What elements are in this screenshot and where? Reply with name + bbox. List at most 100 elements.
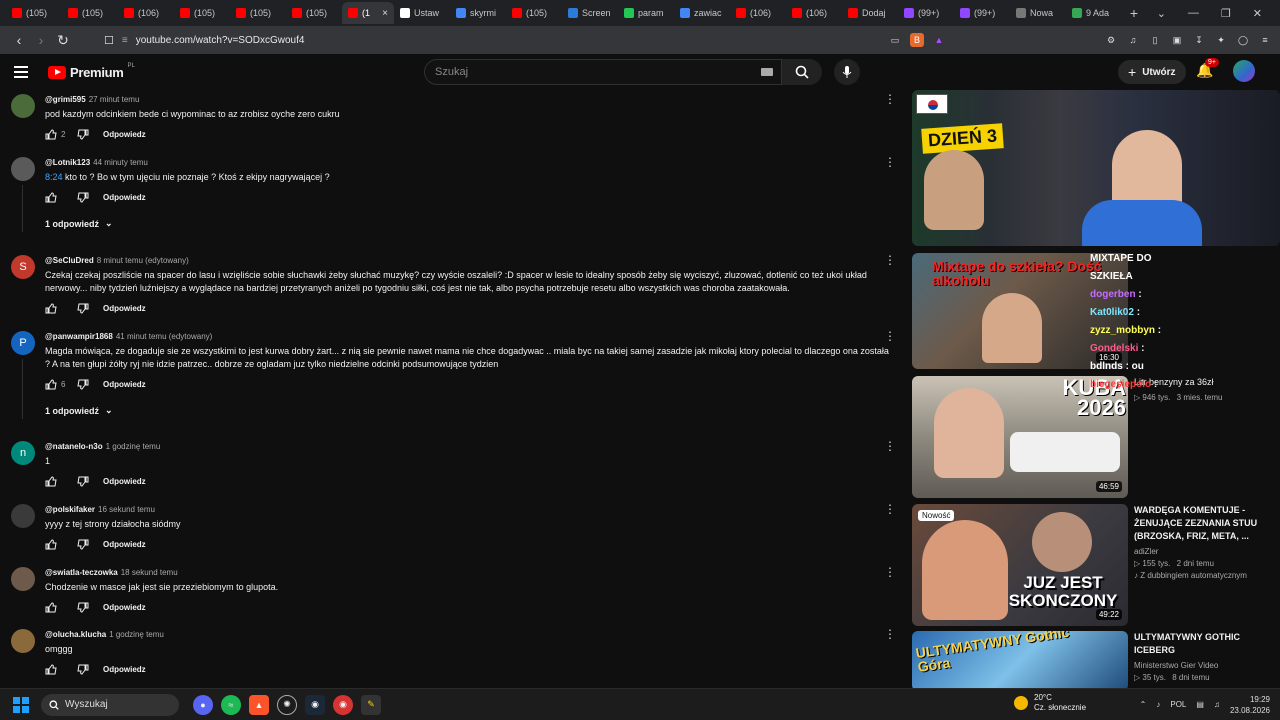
like-icon[interactable]	[45, 129, 57, 140]
browser-tab[interactable]: (106)	[118, 2, 174, 24]
commenter-avatar[interactable]	[11, 567, 35, 591]
brave-icon[interactable]: ▲	[249, 694, 269, 715]
windows-start-icon[interactable]	[13, 696, 29, 713]
dislike-icon[interactable]	[77, 303, 89, 314]
comment-menu-icon[interactable]: ⋮	[884, 566, 896, 578]
browser-tab[interactable]: (106)	[786, 2, 842, 24]
comment-menu-icon[interactable]: ⋮	[884, 503, 896, 515]
commenter-avatar[interactable]: P	[11, 331, 35, 355]
dislike-icon[interactable]	[77, 476, 89, 487]
install-icon[interactable]: ▭	[888, 33, 902, 47]
close-tab-icon[interactable]: ×	[382, 8, 388, 19]
taskbar-search[interactable]: Wyszukaj	[41, 693, 179, 716]
notes-app-icon[interactable]: ✎	[361, 694, 381, 715]
close-window-icon[interactable]: ✕	[1253, 7, 1262, 20]
browser-tab[interactable]: skyrmi	[450, 2, 506, 24]
keyboard-icon[interactable]	[761, 68, 773, 76]
video-thumbnail[interactable]: Nowość JUZ JEST SKONCZONY 49:22	[912, 504, 1128, 626]
dislike-icon[interactable]	[77, 539, 89, 550]
streaming-app-icon[interactable]: ◉	[333, 694, 353, 715]
comment-time[interactable]: 44 minuty temu	[93, 158, 148, 167]
channel-name[interactable]: adiZler	[1134, 546, 1274, 558]
search-button[interactable]	[782, 59, 822, 85]
browser-tab[interactable]: (99+)	[954, 2, 1010, 24]
minimize-icon[interactable]: —	[1188, 7, 1199, 20]
sidebar-icon[interactable]: ▯	[1148, 33, 1162, 47]
browser-tab[interactable]: (105)	[62, 2, 118, 24]
chatgpt-icon[interactable]: ✺	[277, 694, 297, 715]
voice-search-button[interactable]	[834, 59, 860, 85]
back-icon[interactable]: ‹	[8, 29, 30, 51]
reply-button[interactable]: Odpowiedz	[103, 665, 146, 674]
comment-time[interactable]: 27 minut temu	[89, 95, 140, 104]
reply-button[interactable]: Odpowiedz	[103, 540, 146, 549]
reply-button[interactable]: Odpowiedz	[103, 304, 146, 313]
weather-widget[interactable]: 20°C Cz. słonecznie	[1014, 693, 1086, 713]
browser-tab[interactable]: (105)	[230, 2, 286, 24]
comment-author[interactable]: @swiatla-teczowka	[45, 568, 118, 577]
comment-author[interactable]: @Lotnik123	[45, 158, 90, 167]
clock[interactable]: 19:29 23.08.2026	[1230, 694, 1270, 716]
reply-button[interactable]: Odpowiedz	[103, 380, 146, 389]
like-icon[interactable]	[45, 303, 57, 314]
browser-tab[interactable]: (105)	[6, 2, 62, 24]
download-icon[interactable]: ↧	[1192, 33, 1206, 47]
language-indicator[interactable]: POL	[1170, 700, 1186, 709]
brave-rewards-icon[interactable]: ▲	[932, 33, 946, 47]
youtube-premium-logo[interactable]: Premium PL	[48, 63, 135, 80]
commenter-avatar[interactable]	[11, 157, 35, 181]
comment-menu-icon[interactable]: ⋮	[884, 330, 896, 342]
commenter-avatar[interactable]	[11, 629, 35, 653]
spotify-icon[interactable]: ≈	[221, 694, 241, 715]
like-icon[interactable]	[45, 602, 57, 613]
leo-icon[interactable]: ✦	[1214, 33, 1228, 47]
reply-button[interactable]: Odpowiedz	[103, 193, 146, 202]
site-info-icon[interactable]: ≡	[122, 35, 128, 46]
tab-search-icon[interactable]: ⌄	[1157, 7, 1166, 20]
like-icon[interactable]	[45, 192, 57, 203]
comment-time[interactable]: 8 minut temu (edytowany)	[97, 256, 189, 265]
browser-tab[interactable]: Screen	[562, 2, 618, 24]
video-thumbnail[interactable]: KUBA 2026 46:59	[912, 376, 1128, 498]
reply-button[interactable]: Odpowiedz	[103, 477, 146, 486]
volume-icon[interactable]: ♫	[1214, 700, 1220, 709]
bookmark-icon[interactable]: ☐	[104, 34, 114, 47]
browser-tab[interactable]: (105)	[174, 2, 230, 24]
new-tab-button[interactable]: +	[1122, 5, 1146, 21]
dislike-icon[interactable]	[77, 664, 89, 675]
address-bar[interactable]: ☐ ≡ youtube.com/watch?v=SODxcGwouf4	[104, 29, 824, 51]
extensions-icon[interactable]: ⚙	[1104, 33, 1118, 47]
commenter-avatar[interactable]: n	[11, 441, 35, 465]
browser-tab[interactable]: (105)	[506, 2, 562, 24]
comment-menu-icon[interactable]: ⋮	[884, 254, 896, 266]
like-icon[interactable]	[45, 664, 57, 675]
maximize-icon[interactable]: ❐	[1221, 7, 1231, 20]
brave-shield-icon[interactable]: B	[910, 33, 924, 47]
like-icon[interactable]	[45, 539, 57, 550]
browser-tab[interactable]: 9 Ada	[1066, 2, 1122, 24]
guide-menu-icon[interactable]	[14, 66, 34, 78]
browser-tab[interactable]: zawiac	[674, 2, 730, 24]
forward-icon[interactable]: ›	[30, 29, 52, 51]
browser-tab[interactable]: (99+)	[898, 2, 954, 24]
like-icon[interactable]	[45, 379, 57, 390]
discord-icon[interactable]: ●	[193, 694, 213, 715]
comment-menu-icon[interactable]: ⋮	[884, 440, 896, 452]
account-avatar[interactable]	[1233, 60, 1255, 82]
reply-button[interactable]: Odpowiedz	[103, 603, 146, 612]
comment-time[interactable]: 41 minut temu (edytowany)	[116, 332, 213, 341]
comment-author[interactable]: @olucha.klucha	[45, 630, 106, 639]
browser-tab[interactable]: (1 ×	[342, 2, 394, 24]
comment-menu-icon[interactable]: ⋮	[884, 628, 896, 640]
browser-tab[interactable]: Nowa	[1010, 2, 1066, 24]
comment-timestamp-link[interactable]: 8:24	[45, 172, 63, 182]
browser-tab[interactable]: Dodaj	[842, 2, 898, 24]
comment-author[interactable]: @polskifaker	[45, 505, 95, 514]
media-icon[interactable]: ♫	[1126, 33, 1140, 47]
dislike-icon[interactable]	[77, 602, 89, 613]
like-icon[interactable]	[45, 476, 57, 487]
steam-icon[interactable]: ◉	[305, 694, 325, 715]
dislike-icon[interactable]	[77, 129, 89, 140]
comment-time[interactable]: 16 sekund temu	[98, 505, 155, 514]
browser-tab[interactable]: (106)	[730, 2, 786, 24]
